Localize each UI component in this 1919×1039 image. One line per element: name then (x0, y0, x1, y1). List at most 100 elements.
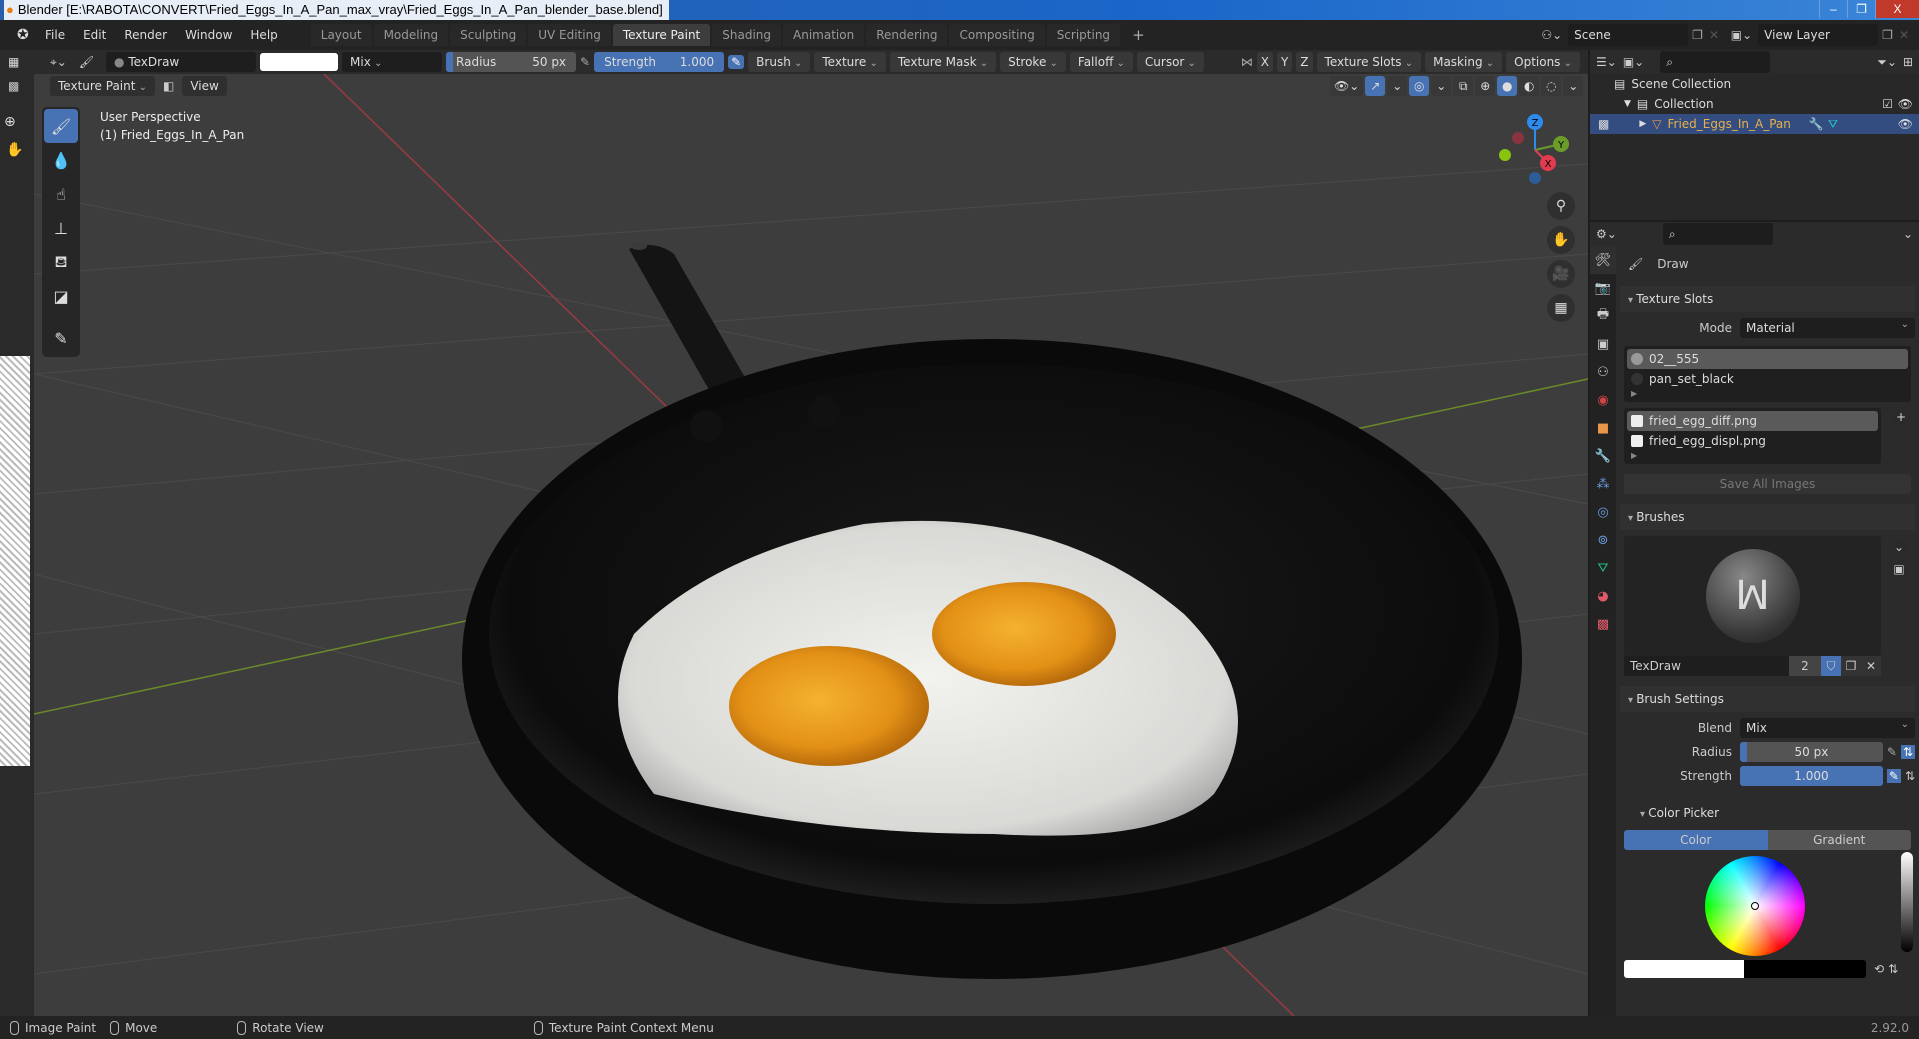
scene-icon[interactable]: ⚇⌄ (1541, 28, 1562, 42)
color-wheel-cursor[interactable] (1751, 902, 1759, 910)
visibility-eye-icon[interactable]: 👁 (1898, 97, 1913, 111)
view-layer-field[interactable]: View Layer (1758, 24, 1879, 46)
display-mode-icon[interactable]: ▣⌄ (1623, 55, 1644, 69)
render-tab-icon[interactable]: 📷 (1590, 274, 1616, 302)
list-expand-icon[interactable]: ▶ (1627, 451, 1878, 461)
tab-modeling[interactable]: Modeling (373, 24, 449, 46)
stroke-menu[interactable]: Stroke (1000, 52, 1066, 72)
tab-scripting[interactable]: Scripting (1046, 24, 1121, 46)
delete-scene-icon[interactable]: ✕ (1709, 28, 1719, 42)
properties-search[interactable]: ⌕ (1662, 223, 1773, 245)
unified-color-icon[interactable]: ⇅ (1888, 962, 1898, 976)
navigation-gizmo[interactable]: Z Y X (1495, 110, 1575, 190)
strength-pressure-icon[interactable]: ✎ (728, 55, 745, 69)
fill-tool-icon[interactable]: ⛾ (44, 245, 78, 279)
options-menu[interactable]: Options (1506, 52, 1580, 72)
gradient-tab[interactable]: Gradient (1767, 830, 1911, 850)
overlay-dropdown-icon[interactable]: ⌄ (1431, 76, 1452, 96)
brush-name-field[interactable]: TexDraw (1624, 656, 1789, 676)
modifier-wrench-icon[interactable]: 🔧 (1809, 117, 1824, 131)
ortho-toggle-icon[interactable]: ▦ (1547, 294, 1575, 322)
tab-texture-paint[interactable]: Texture Paint (612, 24, 711, 46)
menu-edit[interactable]: Edit (74, 28, 115, 42)
strength-unified-icon[interactable]: ⇅ (1905, 769, 1915, 783)
overlay-toggle-icon[interactable]: ◎ (1409, 76, 1430, 96)
outliner-search[interactable]: ⌕ (1660, 51, 1771, 73)
close-button[interactable]: X (1875, 0, 1919, 18)
blender-menu-icon[interactable]: ✪ (8, 27, 29, 43)
constraints-tab-icon[interactable]: ⊚ (1590, 526, 1616, 554)
options-dropdown-icon[interactable]: ⌄ (1903, 227, 1913, 241)
world-tab-icon[interactable]: ◉ (1590, 386, 1616, 414)
list-item[interactable]: fried_egg_diff.png (1627, 411, 1878, 431)
material-tab-icon[interactable]: ◕ (1590, 582, 1616, 610)
texture-tab-icon[interactable]: ▩ (1590, 610, 1616, 638)
smear-tool-icon[interactable]: ☝ (44, 177, 78, 211)
soften-tool-icon[interactable]: 💧 (44, 143, 78, 177)
texture-slots-menu[interactable]: Texture Slots (1316, 52, 1422, 72)
brush-menu[interactable]: Brush (748, 52, 811, 72)
mirror-z-toggle[interactable]: Z (1296, 52, 1313, 72)
expand-arrow-icon[interactable]: ▼ (1624, 99, 1631, 109)
visibility-eye-icon[interactable]: 👁 (1898, 117, 1913, 131)
gizmo-neg-z[interactable] (1529, 172, 1541, 184)
solid-shading-icon[interactable]: ● (1497, 76, 1518, 96)
color-picker-panel-header[interactable]: Color Picker (1620, 800, 1915, 826)
rendered-shading-icon[interactable]: ◌ (1541, 76, 1562, 96)
modifier-tab-icon[interactable]: 🔧 (1590, 442, 1616, 470)
particles-tab-icon[interactable]: ⁂ (1590, 470, 1616, 498)
blend-dropdown[interactable]: Mix (342, 52, 443, 72)
tool-tab-icon[interactable]: 🛠 (1590, 246, 1616, 274)
unlink-brush-icon[interactable]: ✕ (1861, 656, 1881, 676)
mode-dropdown[interactable]: Texture Paint (50, 76, 155, 96)
value-slider[interactable] (1901, 852, 1913, 952)
annotate-tool-icon[interactable]: ✎ (44, 321, 78, 355)
brush-settings-panel-header[interactable]: Brush Settings (1620, 686, 1915, 712)
cursor-menu[interactable]: Cursor (1136, 52, 1204, 72)
brush-users-count[interactable]: 2 (1789, 656, 1821, 676)
zoom-view-icon[interactable]: ⚲ (1547, 192, 1575, 220)
save-all-images-button[interactable]: Save All Images (1624, 474, 1911, 494)
list-expand-icon[interactable]: ▶ (1627, 389, 1908, 399)
strength-slider[interactable]: Strength 1.000 (594, 52, 725, 72)
radius-pressure-icon[interactable]: ✎ (1887, 745, 1897, 759)
tool-settings-icon[interactable]: ⌖⌄ (50, 55, 67, 70)
outliner-editor-icon[interactable]: ☰⌄ (1596, 55, 1617, 69)
brush-selector[interactable]: ● TexDraw (106, 52, 257, 72)
tab-shading[interactable]: Shading (712, 24, 781, 46)
3d-viewport[interactable] (34, 74, 1588, 1016)
visibility-icon[interactable]: 👁⌄ (1330, 76, 1364, 96)
add-workspace-button[interactable]: + (1122, 24, 1155, 46)
pan-view-icon[interactable]: ✋ (1547, 226, 1575, 254)
texture-slots-panel-header[interactable]: Texture Slots (1620, 286, 1915, 312)
camera-view-icon[interactable]: 🎥 (1547, 260, 1575, 288)
mask-toggle-icon[interactable]: ◧ (163, 79, 174, 93)
output-tab-icon[interactable]: 🖶 (1590, 302, 1616, 330)
fake-user-shield-icon[interactable]: ⛉ (1821, 656, 1841, 676)
zoom-icon[interactable]: ⊕ (4, 114, 34, 130)
blend-dropdown[interactable]: Mix (1740, 715, 1915, 738)
menu-file[interactable]: File (36, 28, 74, 42)
strength-pressure-icon[interactable]: ✎ (1886, 769, 1901, 783)
menu-help[interactable]: Help (241, 28, 286, 42)
radius-pressure-icon[interactable]: ✎ (580, 55, 590, 69)
mesh-data-icon[interactable]: ⛛ (1828, 117, 1838, 132)
brush-list-dropdown[interactable]: ⌄ (1889, 540, 1909, 554)
gizmo-toggle-icon[interactable]: ↗ (1365, 76, 1386, 96)
clone-tool-icon[interactable]: ⊥ (44, 211, 78, 245)
restore-button[interactable]: ❐ (1847, 0, 1875, 18)
brush-preview[interactable]: ꟽ ⌄ ▣ (1624, 536, 1909, 656)
scene-tab-icon[interactable]: ⚇ (1590, 358, 1616, 386)
texture-mask-menu[interactable]: Texture Mask (889, 52, 997, 72)
masking-menu[interactable]: Masking (1425, 52, 1503, 72)
radius-slider[interactable]: Radius 50 px (446, 52, 577, 72)
new-view-layer-icon[interactable]: ❐ (1882, 28, 1893, 42)
pan-hand-icon[interactable]: ✋ (6, 142, 34, 158)
color-tab[interactable]: Color (1624, 830, 1768, 850)
shading-dropdown-icon[interactable]: ⌄ (1563, 76, 1584, 96)
draw-tool-icon[interactable]: 🖌 (44, 109, 78, 143)
outliner-collection[interactable]: ▼ ▤ Collection ☑ 👁 (1590, 94, 1919, 114)
new-scene-icon[interactable]: ❐ (1692, 28, 1703, 42)
new-collection-icon[interactable]: ⊞ (1903, 55, 1913, 69)
brush-icon-button[interactable]: ▣ (1889, 562, 1909, 576)
